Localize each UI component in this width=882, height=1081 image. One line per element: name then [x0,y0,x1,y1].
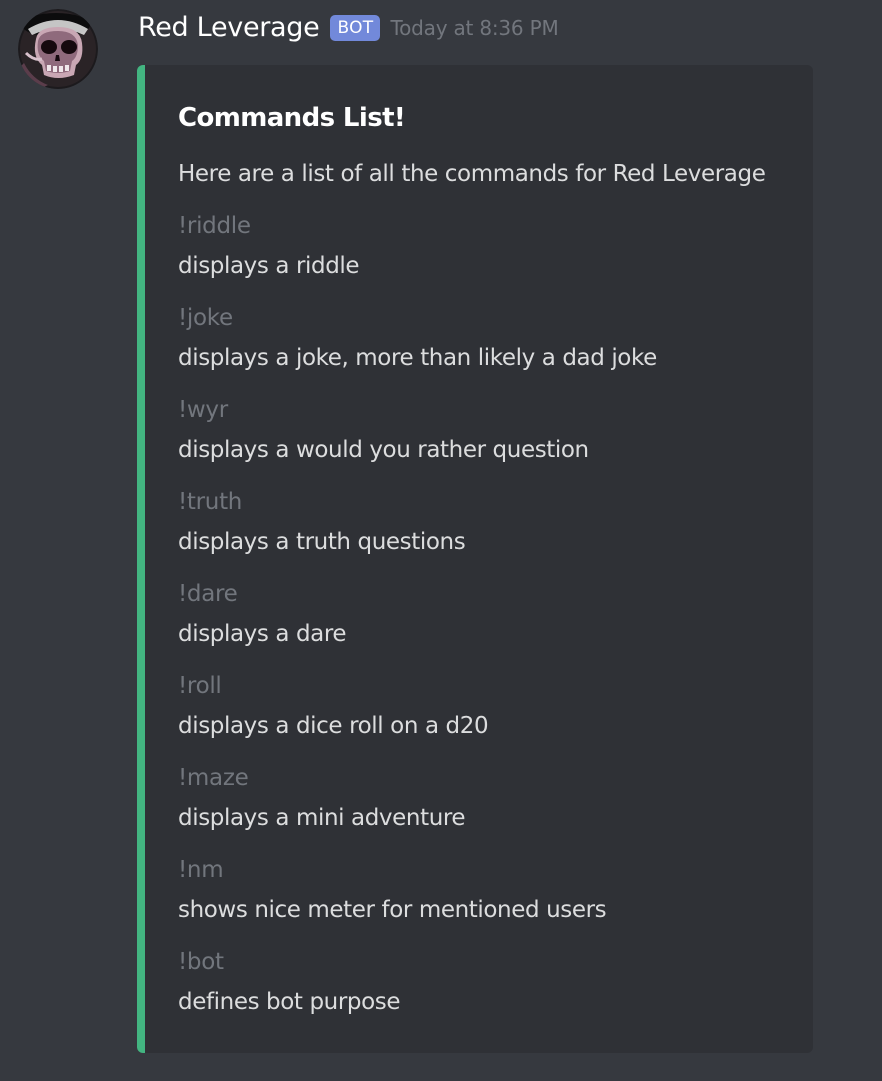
field-value: defines bot purpose [178,989,401,1015]
field-name: !bot [178,949,224,975]
embed-description: Here are a list of all the commands for … [178,161,766,187]
field-value: displays a joke, more than likely a dad … [178,345,657,371]
message-timestamp: Today at 8:36 PM [390,16,559,40]
field-name: !truth [178,489,243,515]
field-value: displays a would you rather question [178,437,589,463]
field-value: displays a riddle [178,253,360,279]
message-header: Red Leverage BOT Today at 8:36 PM [138,10,559,46]
field-value: displays a truth questions [178,529,466,555]
field-name: !nm [178,857,224,883]
field-name: !joke [178,305,233,331]
field-value: shows nice meter for mentioned users [178,897,607,923]
author-name[interactable]: Red Leverage [138,10,320,46]
embed-title: Commands List! [178,103,406,133]
field-name: !dare [178,581,238,607]
field-value: displays a dare [178,621,347,647]
commands-embed: Commands List! Here are a list of all th… [137,65,813,1053]
skull-avatar-icon [18,9,98,89]
field-name: !maze [178,765,249,791]
bot-tag-badge: BOT [330,15,381,41]
field-value: displays a mini adventure [178,805,466,831]
author-avatar[interactable] [18,9,98,89]
embed-accent-bar [137,65,145,1053]
field-value: displays a dice roll on a d20 [178,713,489,739]
field-name: !wyr [178,397,228,423]
field-name: !riddle [178,213,251,239]
field-name: !roll [178,673,222,699]
